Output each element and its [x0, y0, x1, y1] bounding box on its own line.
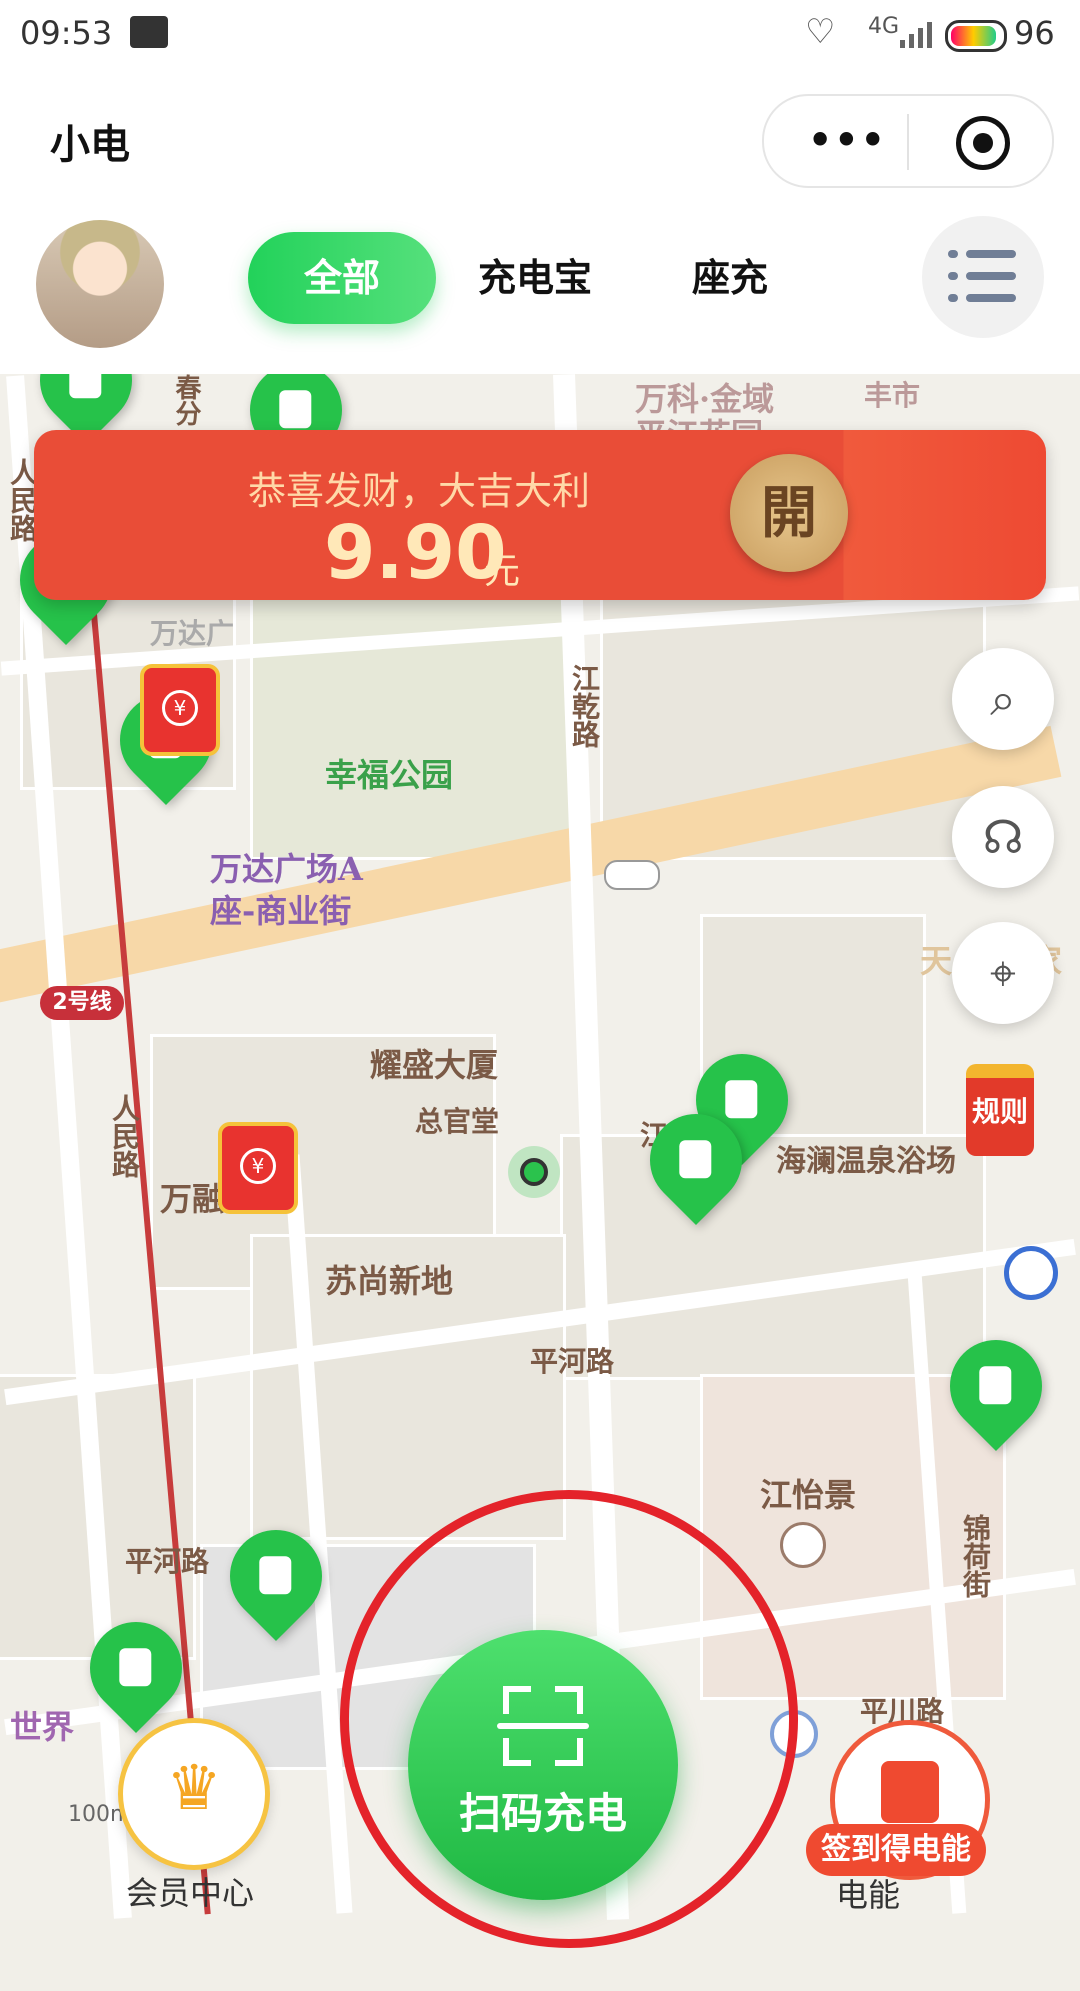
- map-label-hailan: 海澜温泉浴场: [776, 1144, 956, 1179]
- red-packet-banner[interactable]: 恭喜发财，大吉大利 9.90 元 開: [34, 430, 1046, 600]
- list-menu-button[interactable]: [922, 216, 1044, 338]
- map-label-wanda-street: 座-商业街: [210, 892, 352, 930]
- map-label-pinghe-road: 平河路: [530, 1345, 615, 1378]
- image-notification-icon: [130, 16, 168, 48]
- map-label-jinhe: 锦荷街: [959, 1514, 992, 1598]
- map-label-yaosheng: 耀盛大厦: [370, 1046, 499, 1084]
- title-bar: 小电 •••: [0, 72, 1080, 202]
- tab-seat-charger[interactable]: 座充: [680, 232, 780, 324]
- locate-me-button[interactable]: ⌖: [952, 922, 1054, 1024]
- headset-icon: ☊: [982, 810, 1024, 864]
- shopping-bag-icon: [881, 1761, 939, 1823]
- traffic-light-icon: [604, 860, 660, 890]
- network-type: 4G: [868, 14, 900, 39]
- map-label-renmin-2: 人民路: [108, 1094, 141, 1178]
- current-location-marker: [520, 1158, 548, 1186]
- mini-program-capsule: •••: [762, 94, 1054, 188]
- map-label-jiangqian: 江乾路: [568, 664, 601, 748]
- signal-icon: [900, 20, 940, 48]
- avatar[interactable]: [36, 220, 164, 348]
- map-label-park: 幸福公园: [325, 756, 454, 794]
- map-label-chunfen: 春分: [171, 374, 201, 426]
- banner-message: 恭喜发财，大吉大利: [247, 469, 590, 513]
- more-icon[interactable]: •••: [808, 118, 887, 162]
- member-center-button[interactable]: ♛: [118, 1718, 270, 1870]
- capsule-divider: [907, 114, 909, 170]
- tab-power-bank[interactable]: 充电宝: [470, 232, 600, 324]
- map-search-button[interactable]: ⌕: [952, 648, 1054, 750]
- battery-percent: 96: [1014, 14, 1055, 52]
- map-label-fengshi: 丰市: [864, 379, 921, 412]
- heart-icon: ♡: [805, 12, 836, 52]
- banner-amount: 9.90: [324, 510, 507, 596]
- home-icon: [780, 1522, 826, 1568]
- metro-line-badge: 2号线: [40, 986, 124, 1020]
- rules-button[interactable]: 规则: [966, 1064, 1034, 1156]
- map-label-world: 世界: [10, 1708, 75, 1746]
- close-miniprogram-icon[interactable]: [956, 116, 1010, 170]
- map-label-pinghe-road-2: 平河路: [125, 1545, 210, 1578]
- map-label-sushang: 苏尚新地: [325, 1262, 454, 1300]
- map-label-zongguantang: 总官堂: [415, 1105, 500, 1138]
- crown-icon: ♛: [166, 1751, 222, 1824]
- customer-service-button[interactable]: ☊: [952, 786, 1054, 888]
- app-title: 小电: [50, 121, 130, 168]
- map-label-yijing: 江怡景: [760, 1476, 857, 1514]
- banner-unit: 元: [484, 551, 521, 592]
- status-time: 09:53: [20, 14, 113, 52]
- filter-tabs-bar: 全部 充电宝 座充: [0, 202, 1080, 374]
- map-label-tian: 天: [920, 942, 953, 980]
- status-bar: 09:53 ♡ 4G 96: [0, 0, 1080, 72]
- search-icon: ⌕: [990, 672, 1016, 726]
- check-in-tag: 签到得电能: [806, 1824, 986, 1876]
- open-red-packet-button[interactable]: 開: [730, 454, 848, 572]
- member-center-label: 会员中心: [125, 1874, 254, 1912]
- red-packet-pin[interactable]: ¥: [140, 664, 220, 756]
- energy-label: 电能: [836, 1876, 901, 1914]
- red-packet-pin[interactable]: ¥: [218, 1122, 298, 1214]
- bus-stop-icon: [1004, 1246, 1058, 1300]
- tab-all[interactable]: 全部: [248, 232, 436, 324]
- map-label-wanda-top: 万达广: [150, 617, 235, 650]
- battery-icon: [945, 20, 1007, 52]
- crosshair-icon: ⌖: [990, 946, 1016, 1000]
- map-label-wanda-a: 万达广场A: [210, 850, 363, 888]
